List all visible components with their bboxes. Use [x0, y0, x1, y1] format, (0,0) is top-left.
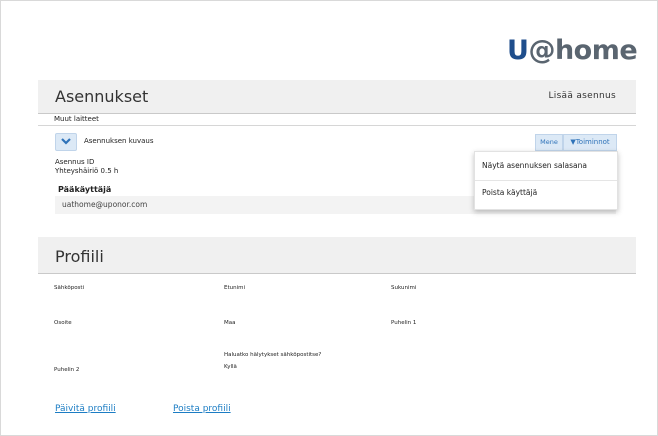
- actions-button[interactable]: ▼Toiminnot: [563, 134, 617, 151]
- phone1-label: Puhelin 1: [391, 320, 417, 326]
- country-label: Maa: [224, 320, 236, 326]
- email-label: Sähköposti: [54, 285, 85, 291]
- email-alerts-label: Haluatko hälytykset sähköpostitse?: [224, 352, 322, 358]
- chevron-down-icon: [61, 138, 71, 145]
- admin-email: uathome@uponor.com: [62, 200, 148, 209]
- installations-title: Asennukset: [55, 87, 149, 106]
- uhome-logo: U@home: [507, 35, 638, 66]
- go-button[interactable]: Mene: [535, 134, 563, 151]
- installations-header: Asennukset Lisää asennus: [38, 80, 636, 114]
- admin-label: Pääkäyttäjä: [58, 185, 112, 194]
- delete-profile-link[interactable]: Poista profiili: [173, 404, 231, 414]
- email-alerts-value: Kyllä: [224, 364, 237, 370]
- update-profile-link[interactable]: Päivitä profiili: [55, 404, 116, 414]
- delete-user-menu-item[interactable]: Poista käyttäjä: [482, 188, 537, 197]
- expand-button[interactable]: [55, 133, 77, 151]
- profile-header: Profiili: [38, 237, 636, 274]
- first-name-label: Etunimi: [224, 285, 246, 291]
- other-devices-label: Muut laitteet: [54, 115, 99, 123]
- address-label: Osoite: [54, 320, 72, 326]
- add-installation-link[interactable]: Lisää asennus: [548, 91, 616, 101]
- actions-dropdown-menu: Näytä asennuksen salasana Poista käyttäj…: [474, 151, 618, 210]
- profile-title: Profiili: [55, 247, 104, 266]
- phone2-label: Puhelin 2: [54, 367, 80, 373]
- last-name-label: Sukunimi: [391, 285, 417, 291]
- connection-status: Yhteyshäiriö 0.5 h: [55, 167, 119, 175]
- show-password-menu-item[interactable]: Näytä asennuksen salasana: [482, 161, 587, 170]
- menu-divider: [475, 180, 617, 181]
- installation-id-label: Asennus ID: [55, 158, 95, 166]
- installation-description: Asennuksen kuvaus: [84, 137, 154, 145]
- divider: [38, 125, 636, 126]
